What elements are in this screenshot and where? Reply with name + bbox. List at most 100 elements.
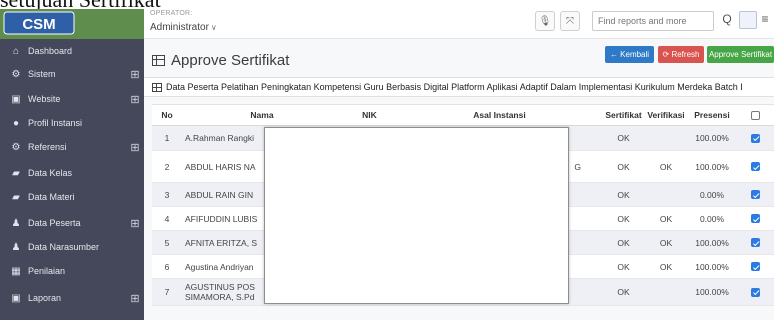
verifikasi-status	[645, 183, 687, 206]
sidebar-item-penilaian[interactable]: ▦ Penilaian	[0, 259, 144, 283]
page-title: Approve Sertifikat	[152, 52, 289, 69]
row-checkbox[interactable]	[751, 190, 760, 199]
participant-name-text: A.Rahman Rangki	[185, 133, 254, 143]
sertifikat-status: OK	[617, 189, 630, 200]
row-checkbox[interactable]	[751, 214, 760, 223]
sidebar-item-data-kelas[interactable]: ▰ Data Kelas	[0, 161, 144, 185]
book-icon: ▰	[12, 167, 20, 179]
operator-name: Administrator	[150, 22, 209, 33]
image-icon: ▣	[11, 292, 21, 304]
sidebar-item-label: Data Narasumber	[28, 242, 100, 252]
presensi-value: 0.00%	[699, 213, 725, 224]
sidebar-item-data-peserta[interactable]: ♟ Data Peserta ⊞	[0, 211, 144, 235]
background-page-title: setujuan Sertifikat	[0, 0, 161, 12]
panel-header: Data Peserta Pelatihan Peningkatan Kompe…	[144, 77, 774, 97]
sidebar-item-data-materi[interactable]: ▰ Data Materi	[0, 185, 144, 209]
row-checkbox[interactable]	[751, 162, 760, 171]
top-bar: OPERATOR: Administrator∨ 🎙 ⤧ Q ⇥ ≡	[144, 9, 774, 39]
participant-name-text: AGUSTINUS POS	[185, 282, 255, 292]
select-all-checkbox[interactable]	[751, 110, 760, 120]
profile-logo-icon[interactable]	[739, 11, 757, 29]
overlay-panel	[264, 127, 569, 304]
fullscreen-icon[interactable]: ⤧	[560, 11, 580, 31]
verifikasi-status: OK	[659, 237, 673, 248]
participant-name-text: AFIFUDDIN LUBIS	[185, 213, 258, 224]
verifikasi-status	[645, 126, 687, 150]
sidebar-item-label: Referensi	[28, 142, 67, 152]
row-number: 2	[164, 161, 170, 172]
users-icon: ♟	[11, 241, 21, 253]
header-checkbox-cell	[737, 105, 774, 125]
participant-name-text: ABDUL RAIN GIN	[185, 189, 254, 200]
header-sertifikat[interactable]: Sertifikat	[602, 105, 645, 125]
header-no[interactable]: No	[152, 105, 182, 125]
header-verifikasi[interactable]: Verifikasi	[645, 105, 687, 125]
sertifikat-status: OK	[617, 261, 630, 272]
header-asal-instansi[interactable]: Asal Instansi	[397, 105, 602, 125]
sertifikat-status: OK	[617, 213, 630, 224]
expand-icon[interactable]: ⊞	[126, 93, 144, 106]
header-nama[interactable]: Nama	[182, 105, 342, 125]
participant-name-text: Agustina Andriyan	[185, 261, 254, 272]
expand-icon[interactable]: ⊞	[126, 217, 144, 230]
row-checkbox[interactable]	[751, 262, 760, 271]
sidebar-item-laporan[interactable]: ▣ Laporan ⊞	[0, 286, 144, 310]
row-checkbox[interactable]	[751, 133, 760, 143]
sertifikat-status: OK	[617, 161, 630, 172]
select-cell	[737, 279, 774, 305]
presensi-value: 100.00%	[695, 287, 729, 297]
back-button[interactable]: ← Kembali	[605, 46, 654, 63]
logo-text: CSM	[22, 16, 55, 33]
expand-icon[interactable]: ⊞	[126, 141, 144, 154]
participant-name-text: AFNITA ERITZA, S	[185, 237, 258, 248]
chevron-down-icon: ∨	[210, 23, 217, 32]
sidebar-item-data-narasumber[interactable]: ♟ Data Narasumber	[0, 235, 144, 259]
sidebar-item-sistem[interactable]: ⚙ Sistem ⊞	[0, 62, 144, 86]
home-icon: ⌂	[12, 45, 20, 57]
presensi-value: 100.00%	[695, 133, 729, 143]
expand-icon[interactable]: ⊞	[126, 292, 144, 305]
sidebar-item-profil-instansi[interactable]: ● Profil Instansi	[0, 111, 144, 135]
header-presensi[interactable]: Presensi	[687, 105, 737, 125]
presensi-value: 100.00%	[695, 161, 729, 172]
sidebar-item-website[interactable]: ▣ Website ⊞	[0, 87, 144, 111]
search-input[interactable]	[592, 11, 714, 31]
select-cell	[737, 255, 774, 278]
verifikasi-status: OK	[659, 261, 673, 272]
select-cell	[737, 231, 774, 254]
row-number: 7	[164, 287, 170, 297]
sidebar-item-label: Website	[28, 94, 61, 104]
refresh-button[interactable]: ⟳ Refresh	[658, 46, 704, 63]
table-icon	[152, 82, 162, 92]
presensi-value: 0.00%	[699, 189, 725, 200]
sidebar-item-label: Penilaian	[28, 266, 66, 276]
logo-area[interactable]: CSM	[0, 9, 144, 39]
approve-button[interactable]: Approve Sertifikat	[707, 46, 774, 63]
search-icon[interactable]: Q	[720, 12, 734, 28]
panel-title: Data Peserta Pelatihan Peningkatan Kompe…	[166, 82, 743, 92]
sidebar-item-referensi[interactable]: ⚙ Referensi ⊞	[0, 135, 144, 159]
header-nik[interactable]: NIK	[342, 105, 397, 125]
table-icon	[152, 55, 165, 66]
menu-icon[interactable]: ≡	[758, 12, 772, 28]
row-checkbox[interactable]	[751, 238, 760, 247]
user-icon: ♟	[11, 217, 21, 229]
verifikasi-status	[645, 279, 687, 305]
asal-instansi-text: G	[574, 161, 581, 172]
sertifikat-status: OK	[617, 287, 630, 297]
microphone-icon[interactable]: 🎙	[535, 11, 555, 31]
operator-dropdown[interactable]: Administrator ∨	[150, 22, 217, 33]
circle-icon: ●	[12, 117, 20, 129]
verifikasi-status: OK	[659, 213, 673, 224]
participant-name-line2: SIMAMORA, S.Pd	[185, 292, 255, 302]
csm-logo: CSM	[3, 11, 75, 35]
sidebar: ⌂ Dashboard ⚙ Sistem ⊞ ▣ Website ⊞ ● Profil Insta…	[0, 39, 144, 320]
sidebar-item-dashboard[interactable]: ⌂ Dashboard	[0, 39, 144, 63]
table-icon: ▦	[11, 265, 21, 277]
select-cell	[737, 207, 774, 230]
row-checkbox[interactable]	[751, 287, 760, 297]
expand-icon[interactable]: ⊞	[126, 68, 144, 81]
sidebar-item-label: Dashboard	[28, 46, 73, 56]
participant-name-text: ABDUL HARIS NA	[185, 161, 256, 172]
image-icon: ▣	[11, 93, 21, 105]
